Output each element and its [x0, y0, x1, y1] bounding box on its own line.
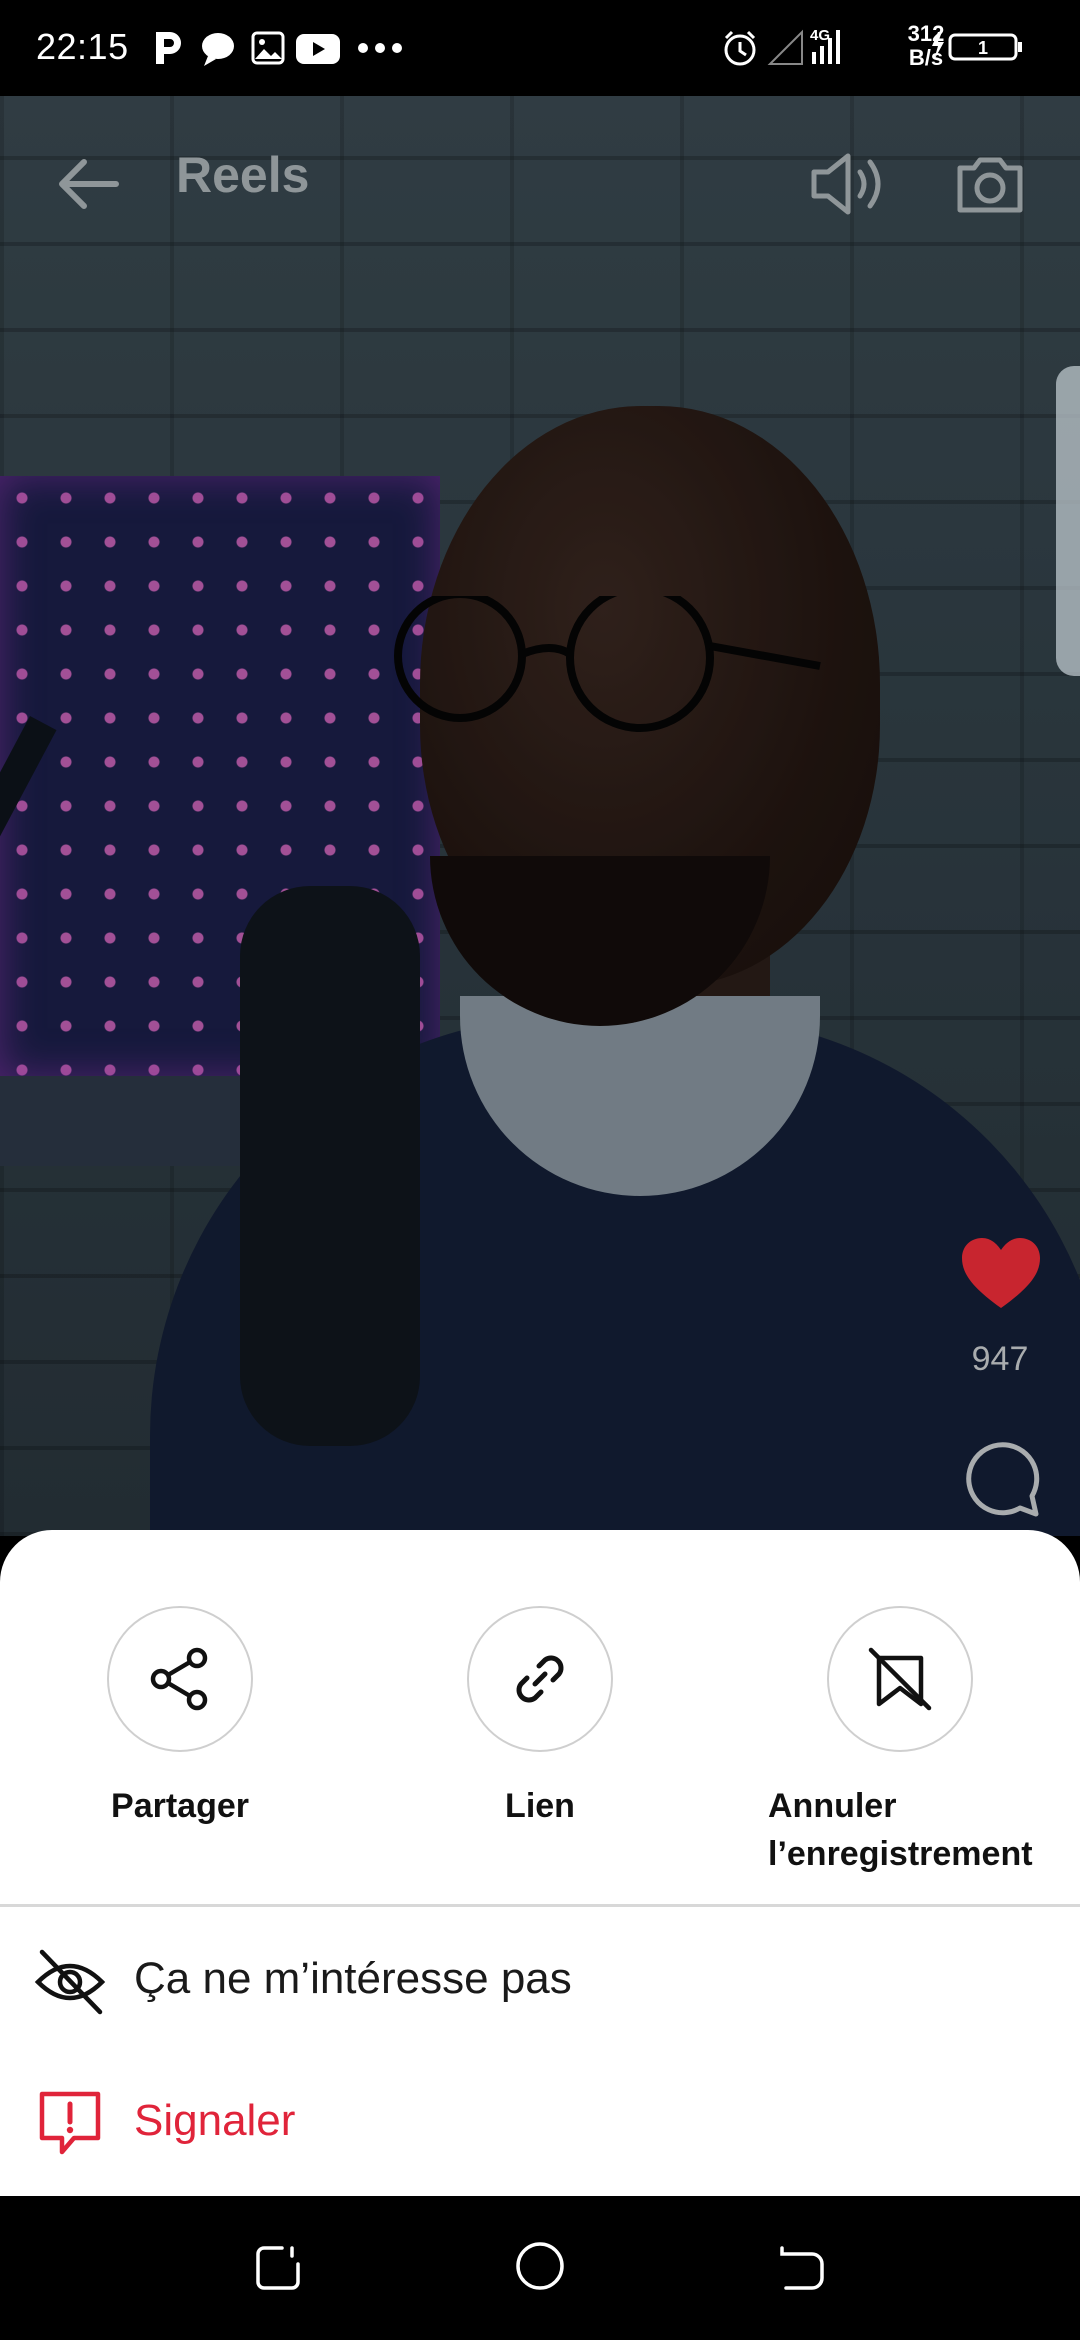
link-button[interactable] [467, 1606, 613, 1752]
like-count: 947 [971, 1340, 1029, 1378]
report-label: Signaler [134, 2096, 296, 2145]
system-navigation-bar [0, 2196, 1080, 2340]
heart-icon[interactable] [960, 1236, 1042, 1312]
signal-empty-icon [767, 29, 803, 65]
unsave-action[interactable]: Annuler l’enregistrement [750, 1606, 1050, 1878]
link-label: Lien [505, 1787, 575, 1825]
network-speed-value: 312 [907, 21, 945, 46]
signal-4g-icon: 4G [810, 27, 840, 64]
unsave-label: Annuler l’enregistrement [750, 1782, 1050, 1878]
share-icon [150, 1647, 208, 1711]
bookmark-off-icon [868, 1647, 932, 1711]
not-interested-item[interactable]: Ça ne m’intéresse pas [0, 1920, 1080, 2040]
side-panel-handle[interactable] [1056, 366, 1080, 676]
sheet-actions-row: Partager Lien Annuler l’enregistrement [0, 1530, 1080, 1906]
gallery-icon [251, 31, 285, 65]
back-arrow-icon[interactable] [52, 148, 124, 220]
chat-icon [202, 33, 234, 66]
not-interested-label: Ça ne m’intéresse pas [134, 1954, 572, 2003]
alarm-icon [724, 30, 756, 66]
network-speed-unit: B/s [908, 45, 944, 70]
page-title: Reels [176, 147, 310, 203]
reel-header: Reels [0, 96, 1080, 256]
unsave-label-line1: Annuler [768, 1787, 897, 1825]
network-speed: 312 B/s [896, 22, 956, 70]
dim-overlay [0, 96, 1080, 1536]
recents-icon[interactable] [252, 2242, 304, 2294]
home-icon[interactable] [514, 2240, 566, 2292]
eye-off-icon [34, 1949, 106, 2015]
report-icon [39, 2091, 101, 2155]
options-bottom-sheet: Partager Lien Annuler l’enregistrement Ç… [0, 1530, 1080, 2196]
link-icon [516, 1655, 564, 1703]
reel-video[interactable] [0, 96, 1080, 1536]
link-action[interactable]: Lien [390, 1606, 690, 1830]
status-time: 22:15 [36, 26, 129, 67]
unsave-button[interactable] [827, 1606, 973, 1752]
sheet-divider [0, 1904, 1080, 1907]
svg-text:1: 1 [978, 38, 988, 58]
notification-icons [156, 31, 402, 66]
share-label: Partager [111, 1787, 249, 1825]
svg-text:4G: 4G [810, 27, 830, 44]
speaker-icon[interactable] [808, 148, 888, 220]
more-notifications-icon [358, 43, 402, 53]
comment-icon[interactable] [960, 1438, 1042, 1520]
system-icons: 4G 1 [724, 27, 1022, 66]
back-nav-icon[interactable] [776, 2242, 828, 2294]
share-button[interactable] [107, 1606, 253, 1752]
status-bar: 22:15 4G 1 312 B/s [0, 0, 1080, 96]
report-item[interactable]: Signaler [0, 2062, 1080, 2182]
youtube-icon [296, 34, 340, 64]
camera-icon[interactable] [954, 148, 1026, 220]
unsave-label-line2: l’enregistrement [768, 1835, 1033, 1873]
p-app-icon [156, 32, 181, 64]
share-action[interactable]: Partager [30, 1606, 330, 1830]
